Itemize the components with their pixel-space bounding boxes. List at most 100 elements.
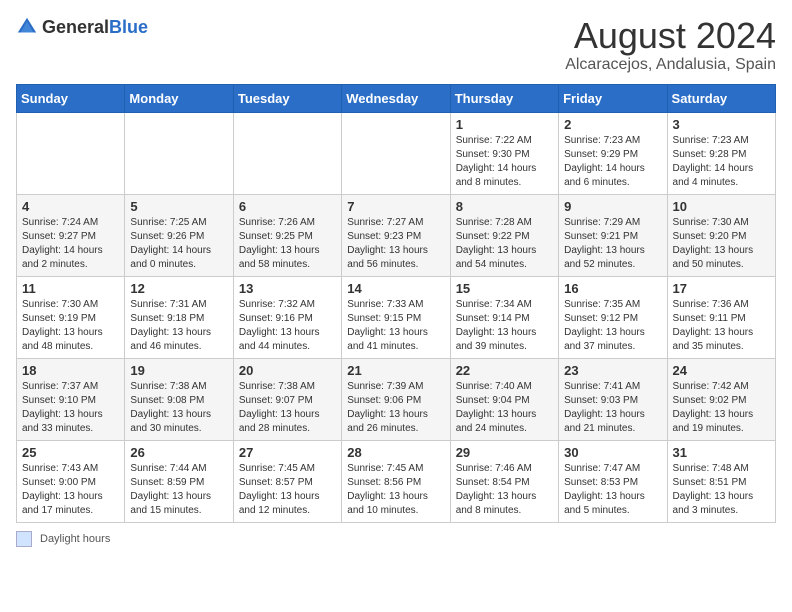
day-number: 13 <box>239 281 336 296</box>
calendar-cell: 3 Sunrise: 7:23 AM Sunset: 9:28 PM Daylig… <box>667 112 775 194</box>
day-number: 9 <box>564 199 661 214</box>
day-info: Sunrise: 7:45 AM Sunset: 8:57 PM Dayligh… <box>239 463 320 516</box>
calendar-cell: 24 Sunrise: 7:42 AM Sunset: 9:02 PM Dayli… <box>667 358 775 440</box>
day-info: Sunrise: 7:48 AM Sunset: 8:51 PM Dayligh… <box>673 463 754 516</box>
header: GeneralBlue August 2024 Alcaracejos, And… <box>16 16 776 74</box>
day-number: 31 <box>673 445 770 460</box>
day-number: 17 <box>673 281 770 296</box>
day-number: 18 <box>22 363 119 378</box>
day-number: 19 <box>130 363 227 378</box>
day-number: 11 <box>22 281 119 296</box>
day-number: 10 <box>673 199 770 214</box>
calendar-cell: 11 Sunrise: 7:30 AM Sunset: 9:19 PM Dayli… <box>17 276 125 358</box>
day-number: 22 <box>456 363 553 378</box>
subtitle: Alcaracejos, Andalusia, Spain <box>565 56 776 74</box>
day-info: Sunrise: 7:27 AM Sunset: 9:23 PM Dayligh… <box>347 217 428 270</box>
calendar-cell: 22 Sunrise: 7:40 AM Sunset: 9:04 PM Dayli… <box>450 358 558 440</box>
day-number: 3 <box>673 117 770 132</box>
day-number: 6 <box>239 199 336 214</box>
day-number: 20 <box>239 363 336 378</box>
calendar-week-row: 11 Sunrise: 7:30 AM Sunset: 9:19 PM Dayli… <box>17 276 776 358</box>
weekday-header: Thursday <box>450 84 558 112</box>
day-info: Sunrise: 7:22 AM Sunset: 9:30 PM Dayligh… <box>456 135 537 188</box>
calendar-week-row: 25Sunrise: 7:43 AM Sunset: 9:00 PM Dayli… <box>17 440 776 522</box>
calendar-cell: 30 Sunrise: 7:47 AM Sunset: 8:53 PM Dayli… <box>559 440 667 522</box>
calendar-cell: 16Sunrise: 7:35 AM Sunset: 9:12 PM Dayli… <box>559 276 667 358</box>
day-number: 21 <box>347 363 444 378</box>
day-number: 16 <box>564 281 661 296</box>
calendar-cell: 14Sunrise: 7:33 AM Sunset: 9:15 PM Dayli… <box>342 276 450 358</box>
logo: GeneralBlue <box>16 16 148 38</box>
day-number: 23 <box>564 363 661 378</box>
day-info: Sunrise: 7:23 AM Sunset: 9:28 PM Dayligh… <box>673 135 754 188</box>
calendar-cell: 15 Sunrise: 7:34 AM Sunset: 9:14 PM Dayli… <box>450 276 558 358</box>
calendar-cell: 10 Sunrise: 7:30 AM Sunset: 9:20 PM Dayli… <box>667 194 775 276</box>
day-info: Sunrise: 7:26 AM Sunset: 9:25 PM Dayligh… <box>239 217 320 270</box>
day-info: Sunrise: 7:41 AM Sunset: 9:03 PM Dayligh… <box>564 381 645 434</box>
day-info: Sunrise: 7:23 AM Sunset: 9:29 PM Dayligh… <box>564 135 645 188</box>
calendar-cell <box>125 112 233 194</box>
day-info: Sunrise: 7:46 AM Sunset: 8:54 PM Dayligh… <box>456 463 537 516</box>
day-info: Sunrise: 7:36 AM Sunset: 9:11 PM Dayligh… <box>673 299 754 352</box>
weekday-header: Monday <box>125 84 233 112</box>
day-number: 25 <box>22 445 119 460</box>
weekday-header: Sunday <box>17 84 125 112</box>
calendar-cell: 25Sunrise: 7:43 AM Sunset: 9:00 PM Dayli… <box>17 440 125 522</box>
legend-label: Daylight hours <box>40 533 110 545</box>
day-info: Sunrise: 7:28 AM Sunset: 9:22 PM Dayligh… <box>456 217 537 270</box>
calendar-cell: 28 Sunrise: 7:45 AM Sunset: 8:56 PM Dayli… <box>342 440 450 522</box>
day-number: 5 <box>130 199 227 214</box>
calendar-cell: 23 Sunrise: 7:41 AM Sunset: 9:03 PM Dayli… <box>559 358 667 440</box>
legend-box <box>16 531 32 547</box>
calendar-cell: 7Sunrise: 7:27 AM Sunset: 9:23 PM Daylig… <box>342 194 450 276</box>
day-info: Sunrise: 7:42 AM Sunset: 9:02 PM Dayligh… <box>673 381 754 434</box>
day-info: Sunrise: 7:39 AM Sunset: 9:06 PM Dayligh… <box>347 381 428 434</box>
day-info: Sunrise: 7:38 AM Sunset: 9:07 PM Dayligh… <box>239 381 320 434</box>
title-area: August 2024 Alcaracejos, Andalusia, Spai… <box>565 16 776 74</box>
day-number: 12 <box>130 281 227 296</box>
day-info: Sunrise: 7:25 AM Sunset: 9:26 PM Dayligh… <box>130 217 211 270</box>
day-number: 1 <box>456 117 553 132</box>
day-info: Sunrise: 7:47 AM Sunset: 8:53 PM Dayligh… <box>564 463 645 516</box>
day-info: Sunrise: 7:34 AM Sunset: 9:14 PM Dayligh… <box>456 299 537 352</box>
day-info: Sunrise: 7:44 AM Sunset: 8:59 PM Dayligh… <box>130 463 211 516</box>
day-info: Sunrise: 7:30 AM Sunset: 9:19 PM Dayligh… <box>22 299 103 352</box>
day-info: Sunrise: 7:40 AM Sunset: 9:04 PM Dayligh… <box>456 381 537 434</box>
day-number: 29 <box>456 445 553 460</box>
day-number: 30 <box>564 445 661 460</box>
day-number: 15 <box>456 281 553 296</box>
day-number: 4 <box>22 199 119 214</box>
logo-icon <box>16 16 38 38</box>
calendar-cell: 31 Sunrise: 7:48 AM Sunset: 8:51 PM Dayli… <box>667 440 775 522</box>
calendar-cell: 18Sunrise: 7:37 AM Sunset: 9:10 PM Dayli… <box>17 358 125 440</box>
day-info: Sunrise: 7:33 AM Sunset: 9:15 PM Dayligh… <box>347 299 428 352</box>
calendar-cell: 29 Sunrise: 7:46 AM Sunset: 8:54 PM Dayli… <box>450 440 558 522</box>
calendar-cell: 26Sunrise: 7:44 AM Sunset: 8:59 PM Dayli… <box>125 440 233 522</box>
weekday-header: Saturday <box>667 84 775 112</box>
calendar-cell: 4 Sunrise: 7:24 AM Sunset: 9:27 PM Daylig… <box>17 194 125 276</box>
calendar-cell: 20 Sunrise: 7:38 AM Sunset: 9:07 PM Dayli… <box>233 358 341 440</box>
day-info: Sunrise: 7:45 AM Sunset: 8:56 PM Dayligh… <box>347 463 428 516</box>
main-title: August 2024 <box>565 16 776 56</box>
calendar-cell: 1 Sunrise: 7:22 AM Sunset: 9:30 PM Daylig… <box>450 112 558 194</box>
day-info: Sunrise: 7:32 AM Sunset: 9:16 PM Dayligh… <box>239 299 320 352</box>
day-info: Sunrise: 7:29 AM Sunset: 9:21 PM Dayligh… <box>564 217 645 270</box>
calendar-cell: 6 Sunrise: 7:26 AM Sunset: 9:25 PM Daylig… <box>233 194 341 276</box>
weekday-header-row: SundayMondayTuesdayWednesdayThursdayFrid… <box>17 84 776 112</box>
legend: Daylight hours <box>16 531 776 547</box>
calendar-cell: 8 Sunrise: 7:28 AM Sunset: 9:22 PM Daylig… <box>450 194 558 276</box>
calendar-cell <box>17 112 125 194</box>
weekday-header: Tuesday <box>233 84 341 112</box>
day-number: 8 <box>456 199 553 214</box>
day-number: 28 <box>347 445 444 460</box>
weekday-header: Friday <box>559 84 667 112</box>
calendar-cell: 2Sunrise: 7:23 AM Sunset: 9:29 PM Daylig… <box>559 112 667 194</box>
day-info: Sunrise: 7:24 AM Sunset: 9:27 PM Dayligh… <box>22 217 103 270</box>
day-info: Sunrise: 7:30 AM Sunset: 9:20 PM Dayligh… <box>673 217 754 270</box>
calendar-cell <box>233 112 341 194</box>
day-number: 24 <box>673 363 770 378</box>
calendar-cell: 9 Sunrise: 7:29 AM Sunset: 9:21 PM Daylig… <box>559 194 667 276</box>
calendar-cell: 27 Sunrise: 7:45 AM Sunset: 8:57 PM Dayli… <box>233 440 341 522</box>
day-number: 27 <box>239 445 336 460</box>
calendar: SundayMondayTuesdayWednesdayThursdayFrid… <box>16 84 776 523</box>
